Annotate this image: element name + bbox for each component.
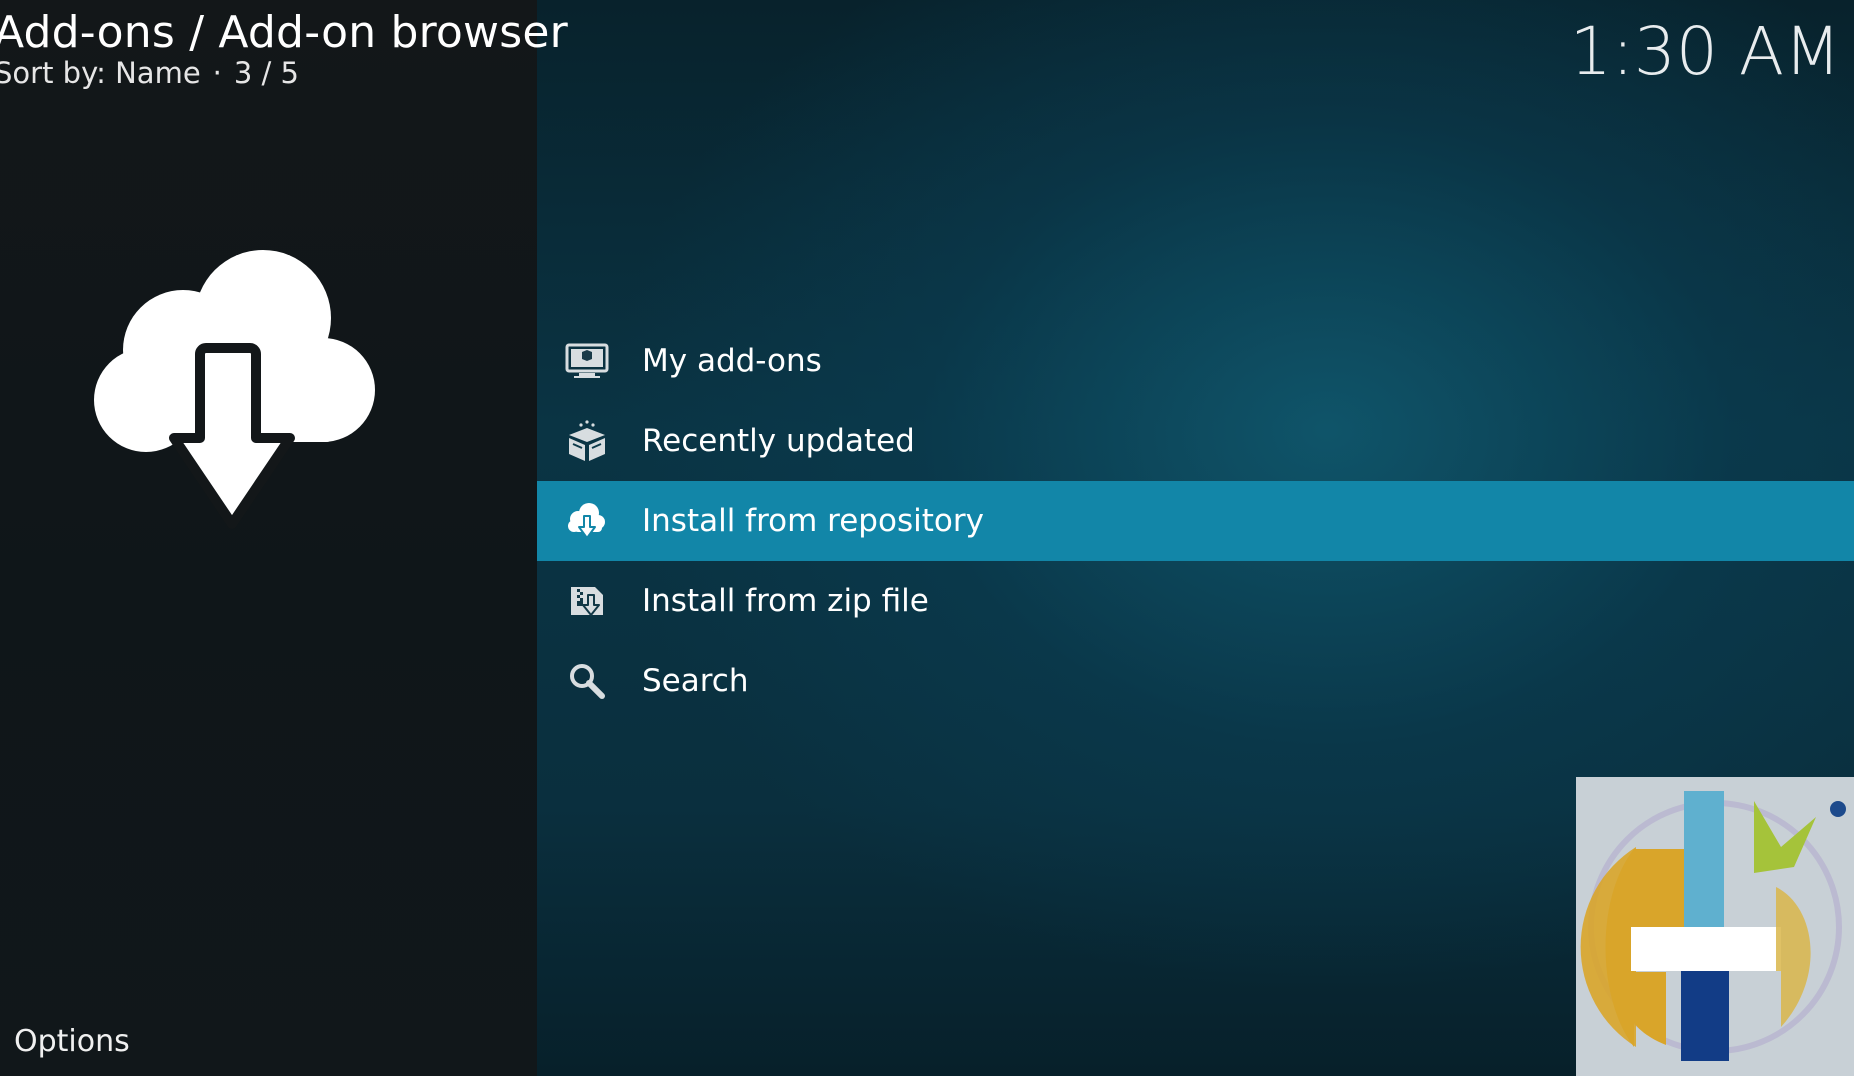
left-info-panel	[0, 0, 537, 1076]
breadcrumb: Add-ons / Add-on browser	[0, 7, 568, 58]
cloud-download-icon	[568, 503, 605, 539]
addon-menu: My add-ons Recently updated Install from…	[537, 321, 1854, 721]
menu-item-my-addons[interactable]: My add-ons	[537, 321, 1854, 401]
open-box-icon	[569, 420, 605, 461]
menu-item-label: My add-ons	[642, 343, 822, 379]
options-button[interactable]: Options	[14, 1024, 130, 1060]
menu-item-label: Install from zip file	[642, 583, 929, 619]
menu-item-search[interactable]: Search	[537, 641, 1854, 721]
search-icon	[570, 664, 605, 699]
menu-item-label: Search	[642, 663, 749, 699]
sort-label[interactable]: Sort by: Name	[0, 56, 201, 90]
menu-item-label: Recently updated	[642, 423, 915, 459]
logo-mark	[1576, 777, 1854, 1076]
sort-info: Sort by: Name · 3 / 5	[0, 55, 299, 91]
zip-install-icon	[571, 587, 603, 616]
kodi-addon-browser: Add-ons / Add-on browser Sort by: Name · 3…	[0, 0, 1854, 1076]
clock: 1:30 AM	[1569, 13, 1841, 90]
separator-dot: ·	[212, 56, 222, 90]
menu-item-install-from-zip[interactable]: Install from zip file	[537, 561, 1854, 641]
watermark-logo	[1576, 777, 1854, 1076]
menu-item-install-from-repository[interactable]: Install from repository	[537, 481, 1854, 561]
menu-item-label: Install from repository	[642, 503, 984, 539]
menu-item-recently-updated[interactable]: Recently updated	[537, 401, 1854, 481]
monitor-box-icon	[565, 343, 609, 378]
cloud-download-icon	[94, 250, 375, 529]
item-position: 3 / 5	[233, 56, 299, 90]
